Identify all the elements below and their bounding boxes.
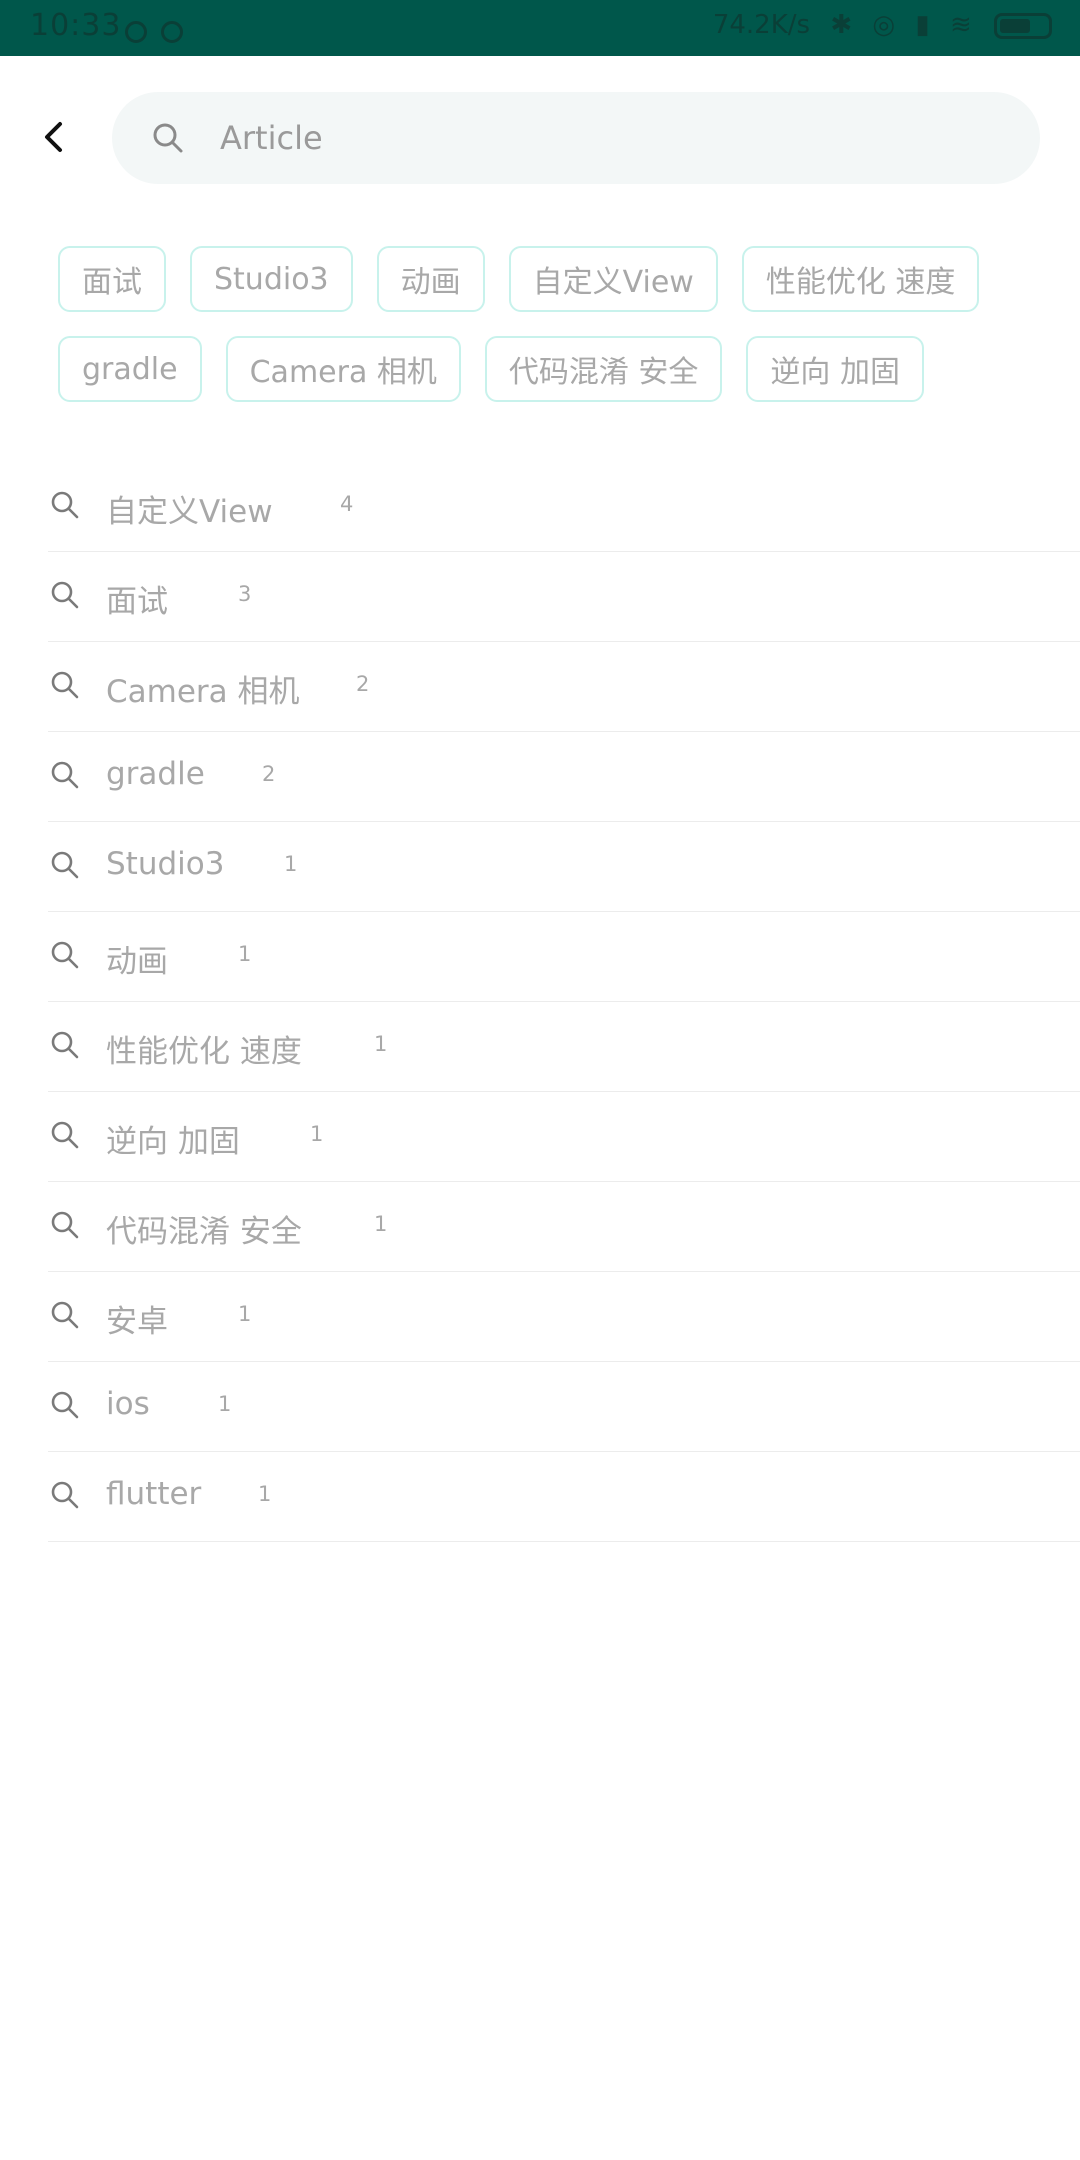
history-label: 动画: [106, 944, 168, 980]
search-input[interactable]: [220, 110, 1000, 166]
status-notification-icons: [125, 16, 197, 51]
tag-chip[interactable]: Studio3: [190, 246, 353, 312]
search-icon: [50, 1210, 80, 1240]
tag-row: gradle Camera 相机 代码混淆 安全 逆向 加固: [58, 336, 1058, 402]
tag-chip[interactable]: 动画: [376, 246, 485, 312]
history-label: 性能优化 速度: [106, 1034, 302, 1070]
history-item[interactable]: 性能优化 速度 1: [48, 1002, 1080, 1092]
history-item[interactable]: gradle 2: [48, 732, 1080, 822]
tag-chip[interactable]: 面试: [58, 246, 166, 312]
history-item[interactable]: 动画 1: [48, 912, 1080, 1002]
history-count: 1: [284, 852, 298, 876]
search-header: [0, 56, 1080, 226]
history-label: Camera 相机: [106, 674, 300, 710]
back-button[interactable]: [30, 112, 80, 162]
search-icon: [50, 760, 80, 790]
alarm-icon: ◎: [872, 10, 896, 40]
history-item[interactable]: 自定义View 4: [48, 462, 1080, 552]
search-icon: [50, 1480, 80, 1510]
search-icon: [50, 490, 80, 520]
search-icon: [50, 1390, 80, 1420]
search-icon: [50, 580, 80, 610]
hot-tags: 面试 Studio3 动画 自定义View 性能优化 速度 gradle Cam…: [58, 246, 1058, 426]
history-item[interactable]: 逆向 加固 1: [48, 1092, 1080, 1182]
history-label: ios: [106, 1386, 150, 1422]
history-label: 面试: [106, 584, 168, 620]
history-label: gradle: [106, 756, 205, 792]
status-time: 10:33: [30, 8, 122, 43]
search-icon: [152, 122, 184, 154]
chevron-left-icon: [45, 122, 62, 152]
history-item[interactable]: 代码混淆 安全 1: [48, 1182, 1080, 1272]
network-speed: 74.2K/s: [712, 10, 811, 40]
status-right-area: 74.2K/s ✱ ◎ ▮ ≋: [713, 10, 1052, 40]
history-count: 1: [258, 1482, 272, 1506]
history-item[interactable]: 安卓 1: [48, 1272, 1080, 1362]
search-icon: [50, 940, 80, 970]
history-item[interactable]: Studio3 1: [48, 822, 1080, 912]
history-label: 逆向 加固: [106, 1124, 240, 1160]
history-label: Studio3: [106, 846, 225, 882]
history-count: 1: [374, 1032, 388, 1056]
history-count: 1: [218, 1392, 232, 1416]
tag-chip[interactable]: gradle: [58, 336, 202, 402]
history-label: 代码混淆 安全: [106, 1214, 302, 1250]
history-count: 1: [238, 942, 252, 966]
history-count: 2: [356, 672, 370, 696]
history-count: 4: [340, 492, 354, 516]
search-icon: [50, 1120, 80, 1150]
history-count: 3: [238, 582, 252, 606]
tag-chip[interactable]: 代码混淆 安全: [484, 336, 723, 402]
history-count: 1: [238, 1302, 252, 1326]
bluetooth-icon: ✱: [830, 10, 853, 40]
search-icon: [50, 670, 80, 700]
tag-chip[interactable]: 自定义View: [508, 246, 718, 312]
signal-icon: ▮: [915, 10, 930, 40]
history-item[interactable]: ios 1: [48, 1362, 1080, 1452]
tag-row: 面试 Studio3 动画 自定义View 性能优化 速度: [58, 246, 1058, 312]
history-count: 2: [262, 762, 276, 786]
history-label: 安卓: [106, 1304, 168, 1340]
history-item[interactable]: flutter 1: [48, 1452, 1080, 1542]
tag-chip[interactable]: Camera 相机: [225, 336, 461, 402]
search-icon: [50, 1030, 80, 1060]
tag-chip[interactable]: 逆向 加固: [746, 336, 924, 402]
history-item[interactable]: 面试 3: [48, 552, 1080, 642]
search-history-list: 自定义View 4 面试 3 Camera 相机 2 gradle 2 Stud…: [48, 462, 1080, 1542]
history-count: 1: [374, 1212, 388, 1236]
battery-icon: [994, 12, 1052, 39]
tag-chip[interactable]: 性能优化 速度: [741, 246, 980, 312]
history-count: 1: [310, 1122, 324, 1146]
history-label: 自定义View: [106, 494, 273, 530]
status-bar: 10:33 74.2K/s ✱ ◎ ▮ ≋: [0, 0, 1080, 56]
history-label: flutter: [106, 1476, 202, 1512]
search-icon: [50, 850, 80, 880]
search-bar[interactable]: [112, 92, 1040, 184]
search-icon: [50, 1300, 80, 1330]
history-item[interactable]: Camera 相机 2: [48, 642, 1080, 732]
wifi-icon: ≋: [949, 10, 972, 40]
